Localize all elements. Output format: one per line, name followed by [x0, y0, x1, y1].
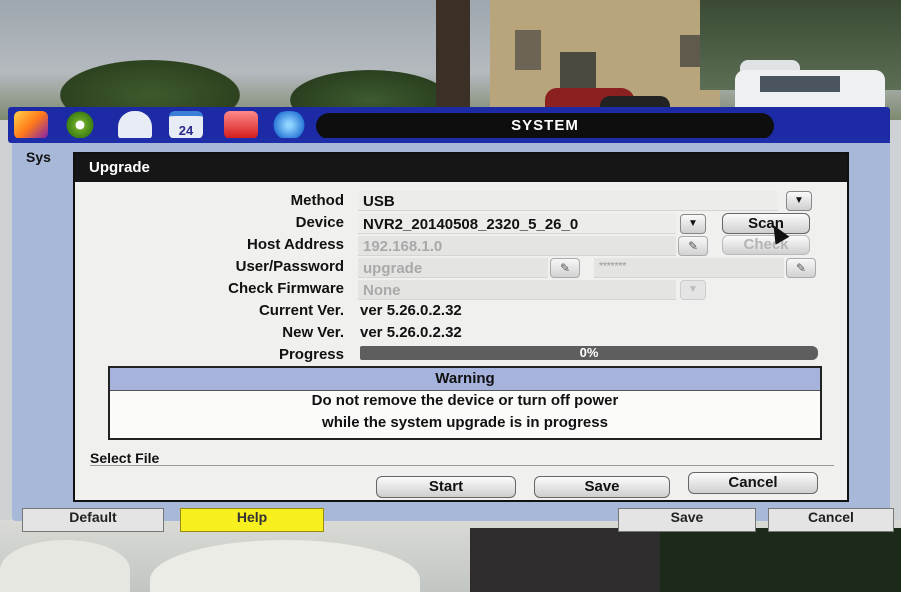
progress-bar: 0% — [360, 345, 818, 360]
warning-title: Warning — [110, 368, 820, 391]
camera-icon[interactable] — [118, 111, 152, 139]
camera-device — [0, 540, 130, 592]
device-label: Device — [295, 214, 344, 231]
warning-line-1: Do not remove the device or turn off pow… — [311, 392, 619, 409]
device-value: NVR2_20140508_2320_5_26_0 — [363, 216, 579, 233]
progress-text: 0% — [579, 345, 599, 360]
warning-line-2: while the system upgrade is in progress — [322, 414, 608, 431]
scan-button[interactable]: Scan — [722, 213, 810, 234]
check-firmware-label: Check Firmware — [228, 280, 344, 297]
password-field[interactable]: ******* — [594, 258, 784, 278]
building-window — [515, 30, 541, 70]
method-label: Method — [290, 192, 344, 209]
current-ver-label: Current Ver. — [258, 302, 344, 319]
building-window — [680, 35, 702, 67]
panel-save-button[interactable]: Save — [618, 508, 756, 532]
host-address-value: 192.168.1.0 — [363, 238, 443, 255]
check-button[interactable]: Check — [722, 235, 810, 255]
user-edit-icon[interactable]: ✎ — [550, 258, 580, 278]
start-button[interactable]: Start — [376, 476, 516, 498]
host-address-field[interactable]: 192.168.1.0 — [358, 236, 676, 256]
dialog-title: Upgrade — [89, 159, 150, 176]
device-select[interactable]: NVR2_20140508_2320_5_26_0 — [358, 214, 676, 234]
product-box — [660, 528, 901, 592]
toolbar-title: SYSTEM — [316, 113, 774, 139]
progress-label: Progress — [278, 346, 344, 363]
divider — [90, 465, 834, 466]
current-ver-value: ver 5.26.0.2.32 — [360, 302, 462, 319]
select-file-label: Select File — [90, 450, 160, 466]
default-button[interactable]: Default — [22, 508, 164, 532]
host-edit-icon[interactable]: ✎ — [678, 236, 708, 256]
cancel-button[interactable]: Cancel — [688, 472, 818, 494]
password-edit-icon[interactable]: ✎ — [786, 258, 816, 278]
method-value: USB — [363, 193, 395, 210]
product-box — [470, 528, 660, 592]
save-button[interactable]: Save — [534, 476, 670, 498]
panel-cancel-button[interactable]: Cancel — [768, 508, 894, 532]
user-password-label: User/Password — [235, 258, 344, 275]
method-dropdown-icon[interactable]: ▼ — [786, 191, 812, 211]
check-firmware-dropdown-icon[interactable]: ▼ — [680, 280, 706, 300]
host-address-label: Host Address — [247, 236, 344, 253]
new-ver-value: ver 5.26.0.2.32 — [360, 324, 462, 341]
new-ver-label: New Ver. — [282, 324, 344, 341]
method-select[interactable]: USB — [358, 191, 778, 211]
gear-icon[interactable] — [63, 111, 97, 139]
help-button[interactable]: Help — [180, 508, 324, 532]
warning-box: Warning Do not remove the device or turn… — [108, 366, 822, 440]
network-icon[interactable] — [268, 111, 310, 139]
user-field[interactable]: upgrade — [358, 258, 548, 278]
suv-window — [760, 76, 840, 92]
check-firmware-select[interactable]: None — [358, 280, 676, 300]
user-value: upgrade — [363, 260, 423, 277]
check-firmware-value: None — [363, 282, 401, 299]
tools-icon[interactable] — [14, 111, 48, 139]
password-value: ******* — [599, 261, 627, 272]
device-dropdown-icon[interactable]: ▼ — [680, 214, 706, 234]
dialog-titlebar: Upgrade — [75, 154, 847, 182]
calendar-icon[interactable]: 24 — [169, 111, 203, 139]
alarm-icon[interactable] — [224, 111, 258, 139]
